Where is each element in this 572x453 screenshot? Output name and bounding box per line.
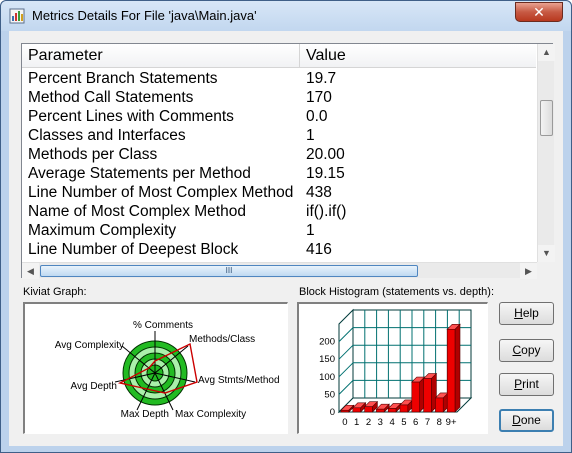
histogram-bar: [399, 404, 409, 413]
copy-button[interactable]: Copy: [499, 339, 554, 362]
metrics-table[interactable]: Parameter Value Percent Branch Statement…: [21, 43, 555, 279]
scroll-left-icon[interactable]: ◀: [22, 263, 39, 279]
parameter-cell: Line Number of Most Complex Method: [28, 184, 294, 201]
histogram-x-tick: 7: [425, 417, 430, 428]
done-button[interactable]: Done: [499, 409, 554, 432]
parameter-cell: Name of Most Complex Method: [28, 203, 246, 220]
value-cell: 416: [306, 241, 332, 258]
histogram-side-wall: [338, 308, 354, 414]
horizontal-scroll-thumb[interactable]: III: [40, 265, 418, 277]
histogram-x-tick: 6: [413, 417, 418, 428]
scrollbar-corner: [537, 262, 554, 279]
kiviat-panel: % Comments Methods/Class Avg Stmts/Metho…: [23, 302, 288, 434]
value-cell: 0.0: [306, 108, 328, 125]
value-cell: 170: [306, 89, 332, 106]
dialog-client-area: Parameter Value Percent Branch Statement…: [9, 31, 563, 446]
table-row[interactable]: Percent Branch Statements 19.7: [22, 69, 536, 88]
histogram-y-tick: 0: [330, 407, 335, 418]
column-header-value[interactable]: Value: [300, 44, 536, 68]
vertical-scroll-thumb[interactable]: [540, 100, 553, 136]
value-cell: if().if(): [306, 203, 347, 220]
histogram-bar: [423, 378, 432, 413]
kiviat-axis-avg-stmts: Avg Stmts/Method: [198, 375, 280, 386]
value-cell: 1: [306, 127, 315, 144]
histogram-panel: 0 50 100 150 200 0 1 2 3 4 5 6 7 8 9+: [297, 302, 488, 434]
histogram-bar: [387, 408, 397, 413]
value-cell: 20.00: [306, 146, 345, 163]
parameter-cell: Classes and Interfaces: [28, 127, 186, 144]
scroll-up-icon[interactable]: ▲: [538, 44, 555, 61]
help-button[interactable]: Help: [499, 302, 554, 325]
table-row[interactable]: Name of Most Complex Method if().if(): [22, 202, 536, 221]
horizontal-scrollbar[interactable]: ◀ III ▶: [22, 262, 537, 279]
table-header: Parameter Value: [22, 44, 536, 68]
table-body: Percent Branch Statements 19.7 Method Call…: [22, 69, 536, 259]
kiviat-label: Kiviat Graph:: [23, 286, 87, 298]
parameter-cell: Percent Branch Statements: [28, 70, 218, 87]
histogram-bar: [340, 409, 350, 413]
metrics-window: Metrics Details For File 'java\Main.java…: [0, 0, 572, 453]
table-row[interactable]: Method Call Statements 170: [22, 88, 536, 107]
histogram-x-tick: 1: [354, 417, 359, 428]
kiviat-axis-avg-complexity: Avg Complexity: [55, 340, 124, 351]
parameter-cell: Percent Lines with Comments: [28, 108, 234, 125]
value-cell: 19.7: [306, 70, 337, 87]
print-button[interactable]: Print: [499, 373, 554, 396]
close-button[interactable]: ✕: [515, 2, 563, 22]
title-bar[interactable]: Metrics Details For File 'java\Main.java…: [1, 1, 571, 31]
table-row[interactable]: Percent Lines with Comments 0.0: [22, 107, 536, 126]
parameter-cell: Methods per Class: [28, 146, 158, 163]
close-icon: ✕: [533, 4, 545, 20]
kiviat-axis-max-complexity: Max Complexity: [175, 409, 246, 420]
table-row[interactable]: Line Number of Deepest Block 416: [22, 240, 536, 259]
histogram-bar: [411, 381, 420, 413]
parameter-cell: Method Call Statements: [28, 89, 194, 106]
window-title: Metrics Details For File 'java\Main.java…: [32, 8, 257, 23]
value-cell: 1: [306, 222, 315, 239]
table-row[interactable]: Methods per Class 20.00: [22, 145, 536, 164]
histogram-bar-side: [454, 323, 461, 413]
table-row[interactable]: Line Number of Most Complex Method 438: [22, 183, 536, 202]
table-row[interactable]: Average Statements per Method 19.15: [22, 164, 536, 183]
histogram-x-tick: 9+: [446, 417, 457, 428]
kiviat-axis-methods-class: Methods/Class: [189, 334, 255, 345]
histogram-x-tick: 0: [342, 417, 347, 428]
value-cell: 438: [306, 184, 332, 201]
histogram-x-tick: 3: [378, 417, 383, 428]
parameter-cell: Maximum Complexity: [28, 222, 177, 239]
histogram-x-tick: 2: [366, 417, 371, 428]
histogram-x-tick: 5: [401, 417, 406, 428]
histogram-y-tick: 50: [324, 389, 335, 400]
kiviat-axis-max-depth: Max Depth: [121, 409, 169, 420]
histogram-y-tick: 150: [319, 354, 335, 365]
histogram-bar: [446, 328, 456, 413]
parameter-cell: Line Number of Deepest Block: [28, 241, 239, 258]
table-row[interactable]: Classes and Interfaces 1: [22, 126, 536, 145]
histogram-y-tick: 100: [319, 372, 335, 383]
histogram-label: Block Histogram (statements vs. depth):: [299, 286, 495, 298]
histogram-bar: [376, 408, 385, 413]
histogram-bar: [364, 406, 373, 413]
histogram-bar: [352, 407, 361, 413]
kiviat-axis-comments: % Comments: [133, 320, 193, 331]
histogram-y-tick: 200: [319, 337, 335, 348]
kiviat-axis-avg-depth: Avg Depth: [70, 381, 117, 392]
parameter-cell: Average Statements per Method: [28, 165, 251, 182]
value-cell: 19.15: [306, 165, 345, 182]
histogram-x-tick: 4: [389, 417, 394, 428]
vertical-scrollbar[interactable]: ▲ ▼: [537, 44, 555, 262]
histogram-x-tick: 8: [437, 417, 442, 428]
histogram-bar: [435, 397, 444, 413]
scroll-right-icon[interactable]: ▶: [520, 263, 537, 279]
table-row[interactable]: Maximum Complexity 1: [22, 221, 536, 240]
kiviat-graph: % Comments Methods/Class Avg Stmts/Metho…: [55, 320, 280, 420]
column-header-parameter[interactable]: Parameter: [22, 44, 299, 68]
app-icon: [9, 8, 25, 24]
scroll-down-icon[interactable]: ▼: [538, 245, 555, 262]
block-histogram: 0501001502000 1 2 3 4 5 6 7 8 9+: [319, 308, 473, 428]
